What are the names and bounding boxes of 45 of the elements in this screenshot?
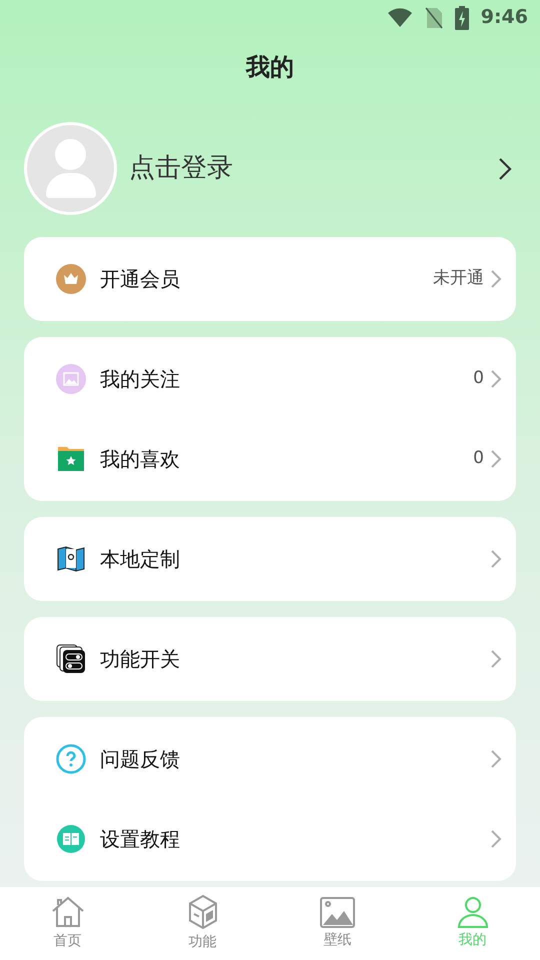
status-time: 9:46 [480,5,528,30]
menu-item-label: 开通会员 [100,266,180,293]
chevron-right-icon [490,449,502,469]
chevron-right-icon [490,749,502,769]
user-icon [456,896,488,928]
menu-item-value: 未开通 [433,267,484,290]
page-title: 我的 [246,52,294,83]
folder-icon [57,446,85,472]
menu-item[interactable]: 本地定制 [24,519,516,599]
chevron-right-icon [490,369,502,389]
menu-item-value: 0 [473,367,484,390]
cube-icon [186,894,218,930]
menu-item-label: 我的喜欢 [100,446,180,473]
menu-item-label: 功能开关 [100,646,180,673]
no-sim-icon [424,6,443,28]
menu-item-label: 设置教程 [100,826,180,853]
map-icon [57,546,85,572]
nav-tab[interactable]: 功能 [135,887,270,960]
chevron-right-icon [490,649,502,669]
home-icon [50,895,86,929]
wifi-icon [386,8,413,28]
crown-icon [56,264,86,294]
menu-item[interactable]: 我的喜欢 0 [24,419,516,499]
nav-tab[interactable]: 首页 [0,887,135,960]
menu-item-label: 问题反馈 [100,746,180,773]
picture-icon [320,896,355,928]
menu-item[interactable]: 我的关注 0 [24,339,516,419]
menu-item-label: 我的关注 [100,366,180,393]
toggle-icon [56,644,86,674]
battery-charging-icon [454,6,469,30]
image-icon [56,364,86,394]
menu-item[interactable]: 开通会员 未开通 [24,239,516,319]
help-icon [56,744,86,774]
menu-item[interactable]: 功能开关 [24,619,516,699]
nav-tab[interactable]: 壁纸 [270,887,405,960]
chevron-right-icon [490,829,502,849]
menu-item-value: 0 [473,447,484,470]
chevron-right-icon [498,156,512,180]
login-button[interactable]: 点击登录 [129,149,233,188]
menu-item-label: 本地定制 [100,546,180,573]
menu-item[interactable]: 设置教程 [24,799,516,879]
chevron-right-icon [490,269,502,289]
chevron-right-icon [490,549,502,569]
book-icon [56,824,86,854]
menu-item[interactable]: 问题反馈 [24,719,516,799]
